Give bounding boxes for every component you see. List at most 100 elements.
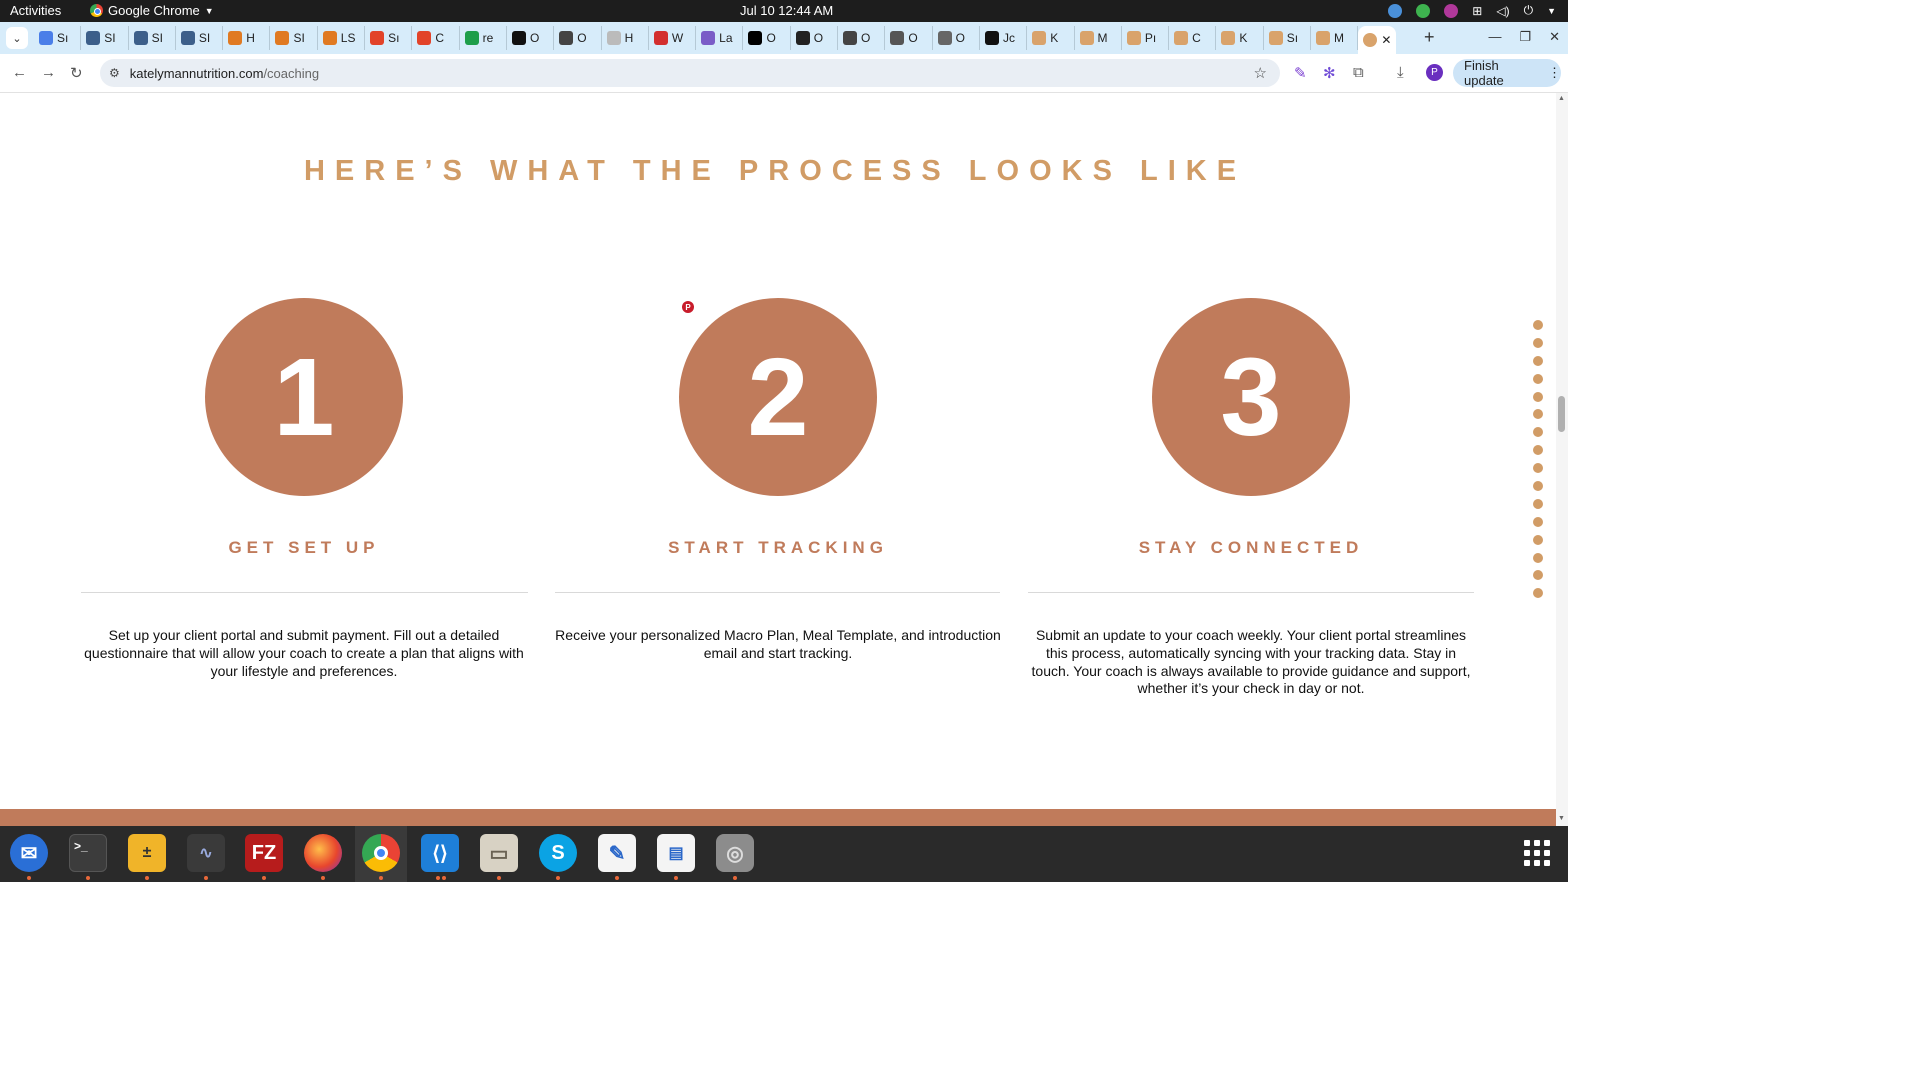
new-tab-button[interactable]: + xyxy=(1424,27,1435,48)
browser-tab[interactable]: O xyxy=(743,26,791,50)
vscode-icon[interactable]: ⟨⟩ xyxy=(421,834,459,872)
section-nav-dot[interactable] xyxy=(1533,516,1543,527)
section-nav-dot[interactable] xyxy=(1533,409,1543,420)
app-menu[interactable]: Google Chrome ▼ xyxy=(90,3,214,18)
tab-search-button[interactable]: ⌄ xyxy=(6,27,28,49)
section-nav-dot[interactable] xyxy=(1533,588,1543,599)
close-icon[interactable]: ✕ xyxy=(1549,29,1560,45)
browser-tab[interactable]: M xyxy=(1075,26,1122,50)
system-monitor-icon[interactable]: ∿ xyxy=(187,834,225,872)
section-nav-dot[interactable] xyxy=(1533,427,1543,438)
clock[interactable]: Jul 10 12:44 AM xyxy=(740,3,833,18)
browser-tab[interactable]: W xyxy=(649,26,697,50)
section-nav-dot[interactable] xyxy=(1533,534,1543,545)
section-nav-dot[interactable] xyxy=(1533,355,1543,366)
back-icon[interactable]: ← xyxy=(12,64,27,81)
forward-icon[interactable]: → xyxy=(41,64,56,81)
browser-tab[interactable]: H xyxy=(602,26,649,50)
browser-tab[interactable]: LS xyxy=(318,26,366,50)
text-editor-icon[interactable]: ✎ xyxy=(598,834,636,872)
maximize-icon[interactable]: ❐ xyxy=(1519,29,1531,45)
bookmark-star-icon[interactable]: ☆ xyxy=(1254,64,1267,82)
browser-tab[interactable]: C xyxy=(1169,26,1217,50)
chrome-icon[interactable] xyxy=(362,834,400,872)
thunderbird-icon[interactable]: ✉ xyxy=(10,834,48,872)
browser-tab[interactable]: SI xyxy=(270,26,318,50)
browser-tab[interactable]: O xyxy=(885,26,933,50)
section-nav-dot[interactable] xyxy=(1533,570,1543,581)
running-indicator xyxy=(321,876,325,880)
browser-tab[interactable]: O xyxy=(933,26,980,50)
minimize-icon[interactable]: — xyxy=(1488,29,1501,45)
check-icon[interactable] xyxy=(1416,3,1431,18)
browser-tab[interactable]: O xyxy=(791,26,839,50)
volume-icon[interactable]: ◁) xyxy=(1496,4,1509,18)
chevron-down-icon[interactable]: ▼ xyxy=(1547,6,1556,16)
browser-tab[interactable]: O xyxy=(838,26,886,50)
terminal-icon[interactable]: >_ xyxy=(69,834,107,872)
extensions-puzzle-icon[interactable]: ⧉ xyxy=(1353,64,1364,81)
profile-avatar[interactable]: P xyxy=(1426,64,1443,81)
filezilla-icon[interactable]: FZ xyxy=(245,834,283,872)
browser-tab[interactable]: K xyxy=(1216,26,1264,50)
browser-tab[interactable]: M xyxy=(1311,26,1359,50)
reload-icon[interactable]: ↻ xyxy=(70,64,83,82)
scroll-thumb[interactable] xyxy=(1558,396,1565,432)
section-nav-dot[interactable] xyxy=(1533,463,1543,474)
snowflake-extension-icon[interactable]: ✻ xyxy=(1323,64,1336,82)
section-nav-dot[interactable] xyxy=(1533,373,1543,384)
browser-tab[interactable]: SI xyxy=(81,26,129,50)
tab-favicon-icon xyxy=(1079,31,1094,45)
section-nav-dot[interactable] xyxy=(1533,552,1543,563)
active-tab[interactable]: ✕ xyxy=(1358,26,1397,54)
section-nav-dot[interactable] xyxy=(1533,445,1543,456)
browser-tab[interactable]: C xyxy=(412,26,460,50)
browser-tab[interactable]: O xyxy=(507,26,555,50)
browser-tab[interactable]: Sı xyxy=(1264,26,1312,50)
browser-tab[interactable]: Sı xyxy=(34,26,82,50)
browser-tab[interactable]: SI xyxy=(129,26,176,50)
show-apps-grid-icon[interactable] xyxy=(1524,840,1550,866)
scroll-down-icon[interactable]: ▼ xyxy=(1558,815,1565,822)
running-indicator xyxy=(262,876,266,880)
section-nav-dot[interactable] xyxy=(1533,391,1543,402)
document-viewer-icon[interactable]: ▤ xyxy=(657,834,695,872)
browser-tab[interactable]: re xyxy=(460,26,507,50)
files-icon[interactable]: ▭ xyxy=(480,834,518,872)
power-icon[interactable]: ⏻ xyxy=(1524,3,1534,18)
update-icon[interactable] xyxy=(1388,3,1403,18)
page-scrollbar[interactable]: ▲ ▼ xyxy=(1556,93,1568,826)
browser-tab[interactable]: SI xyxy=(176,26,224,50)
pinterest-save-icon[interactable]: P xyxy=(682,301,694,313)
skype-icon[interactable]: S xyxy=(539,834,577,872)
calculator-icon[interactable]: ± xyxy=(128,834,166,872)
tab-close-icon[interactable]: ✕ xyxy=(1381,33,1391,47)
finish-update-button[interactable]: Finish update ⋮ xyxy=(1453,58,1561,88)
browser-tab[interactable]: K xyxy=(1027,26,1075,50)
tab-label: Sı xyxy=(1286,31,1299,45)
browser-tab[interactable]: Jc xyxy=(980,26,1028,50)
browser-tab[interactable]: H xyxy=(223,26,271,50)
system-tray[interactable]: ⊞ ◁) ⏻ ▼ xyxy=(1388,3,1556,18)
disk-icon[interactable]: ◎ xyxy=(716,834,754,872)
scroll-up-icon[interactable]: ▲ xyxy=(1558,95,1565,102)
firefox-icon[interactable] xyxy=(304,834,342,872)
browser-tab[interactable]: La xyxy=(696,26,744,50)
extension-icon[interactable] xyxy=(1444,3,1459,18)
browser-tab[interactable]: Pı xyxy=(1122,26,1170,50)
download-icon[interactable]: ⤓ xyxy=(1397,64,1404,81)
step-3-description: Submit an update to your coach weekly. Y… xyxy=(1031,627,1471,697)
section-nav-dot[interactable] xyxy=(1533,337,1543,348)
site-info-icon[interactable]: ⚙ xyxy=(109,66,120,80)
section-nav-dot[interactable] xyxy=(1533,481,1543,492)
section-nav-dot[interactable] xyxy=(1533,320,1543,330)
next-section-band xyxy=(0,809,1556,826)
address-bar[interactable]: ⚙ katelymannutrition.com/coaching ☆ xyxy=(100,59,1280,87)
network-icon[interactable]: ⊞ xyxy=(1472,4,1482,18)
pen-extension-icon[interactable]: ✎ xyxy=(1294,64,1307,82)
activities-button[interactable]: Activities xyxy=(10,3,61,18)
section-nav-dot[interactable] xyxy=(1533,498,1543,509)
tab-favicon-icon xyxy=(86,31,101,45)
browser-tab[interactable]: Sı xyxy=(365,26,413,50)
browser-tab[interactable]: O xyxy=(554,26,602,50)
